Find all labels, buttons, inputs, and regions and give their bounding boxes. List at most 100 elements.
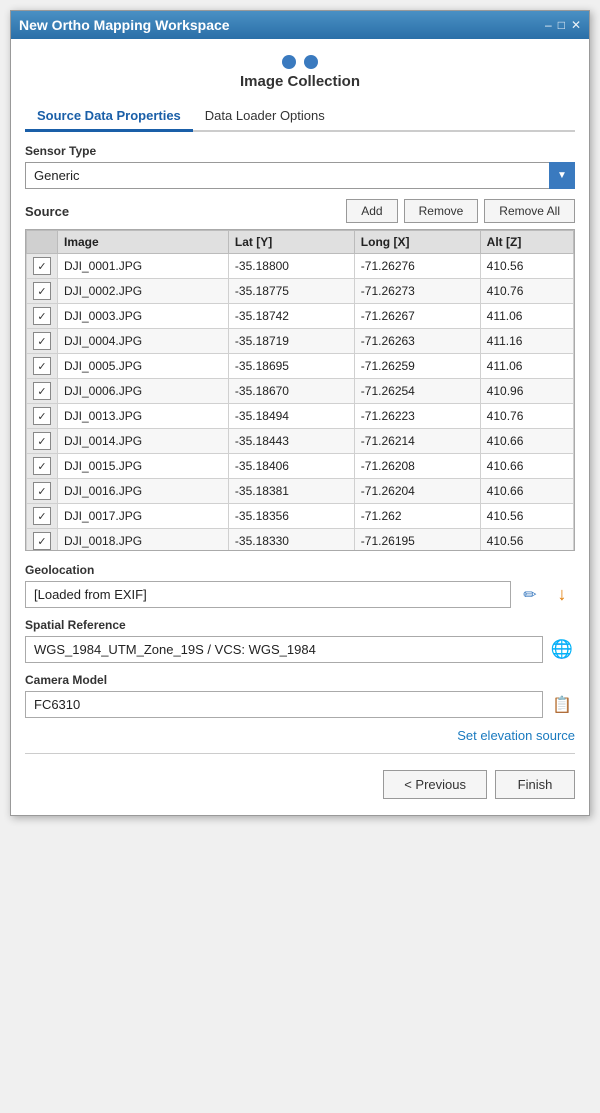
- row-checkbox-cell[interactable]: ✓: [27, 429, 58, 454]
- table-row: ✓ DJI_0005.JPG-35.18695-71.26259411.06: [27, 354, 574, 379]
- geolocation-download-icon[interactable]: ↓: [549, 582, 575, 608]
- titlebar: New Ortho Mapping Workspace – □ ✕: [11, 11, 589, 39]
- geolocation-input[interactable]: [25, 581, 511, 608]
- steps-area: Image Collection: [25, 55, 575, 90]
- row-lat: -35.18381: [228, 479, 354, 504]
- row-lat: -35.18406: [228, 454, 354, 479]
- row-checkbox-cell[interactable]: ✓: [27, 329, 58, 354]
- row-checkbox[interactable]: ✓: [33, 407, 51, 425]
- row-alt: 410.56: [480, 254, 573, 279]
- sensor-type-select-wrapper: Generic Custom: [25, 162, 575, 189]
- sensor-type-select[interactable]: Generic Custom: [25, 162, 575, 189]
- row-alt: 410.96: [480, 379, 573, 404]
- close-icon[interactable]: ✕: [571, 18, 581, 32]
- source-row: Source Add Remove Remove All: [25, 199, 575, 223]
- spatial-reference-globe-icon[interactable]: 🌐: [549, 637, 575, 663]
- table-row: ✓DJI_0015.JPG-35.18406-71.26208410.66: [27, 454, 574, 479]
- remove-all-button[interactable]: Remove All: [484, 199, 575, 223]
- row-checkbox[interactable]: ✓: [33, 357, 51, 375]
- row-alt: 410.76: [480, 279, 573, 304]
- row-checkbox-cell[interactable]: ✓: [27, 354, 58, 379]
- row-checkbox[interactable]: ✓: [33, 332, 51, 350]
- source-buttons: Add Remove Remove All: [346, 199, 575, 223]
- window-controls: – □ ✕: [545, 18, 581, 32]
- row-long: -71.26214: [354, 429, 480, 454]
- row-checkbox[interactable]: ✓: [33, 507, 51, 525]
- camera-model-section: Camera Model 📋: [25, 673, 575, 718]
- maximize-icon[interactable]: □: [558, 18, 565, 32]
- row-lat: -35.18356: [228, 504, 354, 529]
- table-row: ✓DJI_0017.JPG-35.18356-71.262410.56: [27, 504, 574, 529]
- row-checkbox-cell[interactable]: ✓: [27, 454, 58, 479]
- row-checkbox[interactable]: ✓: [33, 307, 51, 325]
- image-table: Image Lat [Y] Long [X] Alt [Z] ✓DJI_0001…: [26, 230, 574, 550]
- sensor-type-label: Sensor Type: [25, 144, 575, 158]
- set-elevation-source-link[interactable]: Set elevation source: [457, 728, 575, 743]
- row-image: DJI_0005.JPG: [58, 354, 229, 379]
- row-long: -71.26195: [354, 529, 480, 551]
- finish-button[interactable]: Finish: [495, 770, 575, 799]
- row-image: DJI_0014.JPG: [58, 429, 229, 454]
- row-checkbox[interactable]: ✓: [33, 457, 51, 475]
- image-table-container: Image Lat [Y] Long [X] Alt [Z] ✓DJI_0001…: [25, 229, 575, 551]
- row-alt: 410.66: [480, 429, 573, 454]
- row-alt: 411.06: [480, 304, 573, 329]
- remove-button[interactable]: Remove: [404, 199, 479, 223]
- row-long: -71.26276: [354, 254, 480, 279]
- row-lat: -35.18494: [228, 404, 354, 429]
- geolocation-edit-icon[interactable]: ✏: [517, 582, 543, 608]
- row-lat: -35.18330: [228, 529, 354, 551]
- row-checkbox[interactable]: ✓: [33, 257, 51, 275]
- row-checkbox[interactable]: ✓: [33, 532, 51, 550]
- row-checkbox[interactable]: ✓: [33, 382, 51, 400]
- minimize-icon[interactable]: –: [545, 18, 552, 32]
- row-lat: -35.18695: [228, 354, 354, 379]
- row-long: -71.26267: [354, 304, 480, 329]
- table-row: ✓DJI_0003.JPG-35.18742-71.26267411.06: [27, 304, 574, 329]
- tab-source-data[interactable]: Source Data Properties: [25, 102, 193, 132]
- row-alt: 410.76: [480, 404, 573, 429]
- row-long: -71.26254: [354, 379, 480, 404]
- table-row: ✓DJI_0001.JPG-35.18800-71.26276410.56: [27, 254, 574, 279]
- row-lat: -35.18742: [228, 304, 354, 329]
- row-checkbox[interactable]: ✓: [33, 432, 51, 450]
- table-row: ✓DJI_0004.JPG-35.18719-71.26263411.16: [27, 329, 574, 354]
- row-checkbox-cell[interactable]: ✓: [27, 379, 58, 404]
- row-lat: -35.18719: [228, 329, 354, 354]
- camera-model-input[interactable]: [25, 691, 543, 718]
- row-image: DJI_0006.JPG: [58, 379, 229, 404]
- row-long: -71.26263: [354, 329, 480, 354]
- camera-model-icon[interactable]: 📋: [549, 692, 575, 718]
- geolocation-label: Geolocation: [25, 563, 575, 577]
- row-checkbox-cell[interactable]: ✓: [27, 254, 58, 279]
- previous-button[interactable]: < Previous: [383, 770, 487, 799]
- col-header-select: [27, 231, 58, 254]
- row-alt: 410.56: [480, 529, 573, 551]
- row-checkbox[interactable]: ✓: [33, 282, 51, 300]
- row-lat: -35.18670: [228, 379, 354, 404]
- row-checkbox-cell[interactable]: ✓: [27, 529, 58, 551]
- row-checkbox-cell[interactable]: ✓: [27, 279, 58, 304]
- col-header-alt: Alt [Z]: [480, 231, 573, 254]
- col-header-long: Long [X]: [354, 231, 480, 254]
- source-label: Source: [25, 204, 69, 219]
- row-image: DJI_0018.JPG: [58, 529, 229, 551]
- row-checkbox-cell[interactable]: ✓: [27, 404, 58, 429]
- row-alt: 411.06: [480, 354, 573, 379]
- window-title: New Ortho Mapping Workspace: [19, 17, 230, 33]
- tab-data-loader[interactable]: Data Loader Options: [193, 102, 337, 132]
- row-checkbox-cell[interactable]: ✓: [27, 479, 58, 504]
- table-scroll[interactable]: Image Lat [Y] Long [X] Alt [Z] ✓DJI_0001…: [26, 230, 574, 550]
- col-header-lat: Lat [Y]: [228, 231, 354, 254]
- row-long: -71.26259: [354, 354, 480, 379]
- row-checkbox-cell[interactable]: ✓: [27, 304, 58, 329]
- add-button[interactable]: Add: [346, 199, 397, 223]
- spatial-reference-input[interactable]: [25, 636, 543, 663]
- row-long: -71.26204: [354, 479, 480, 504]
- content-area: Image Collection Source Data Properties …: [11, 39, 589, 815]
- row-checkbox-cell[interactable]: ✓: [27, 504, 58, 529]
- row-lat: -35.18775: [228, 279, 354, 304]
- row-alt: 410.56: [480, 504, 573, 529]
- row-long: -71.26223: [354, 404, 480, 429]
- row-checkbox[interactable]: ✓: [33, 482, 51, 500]
